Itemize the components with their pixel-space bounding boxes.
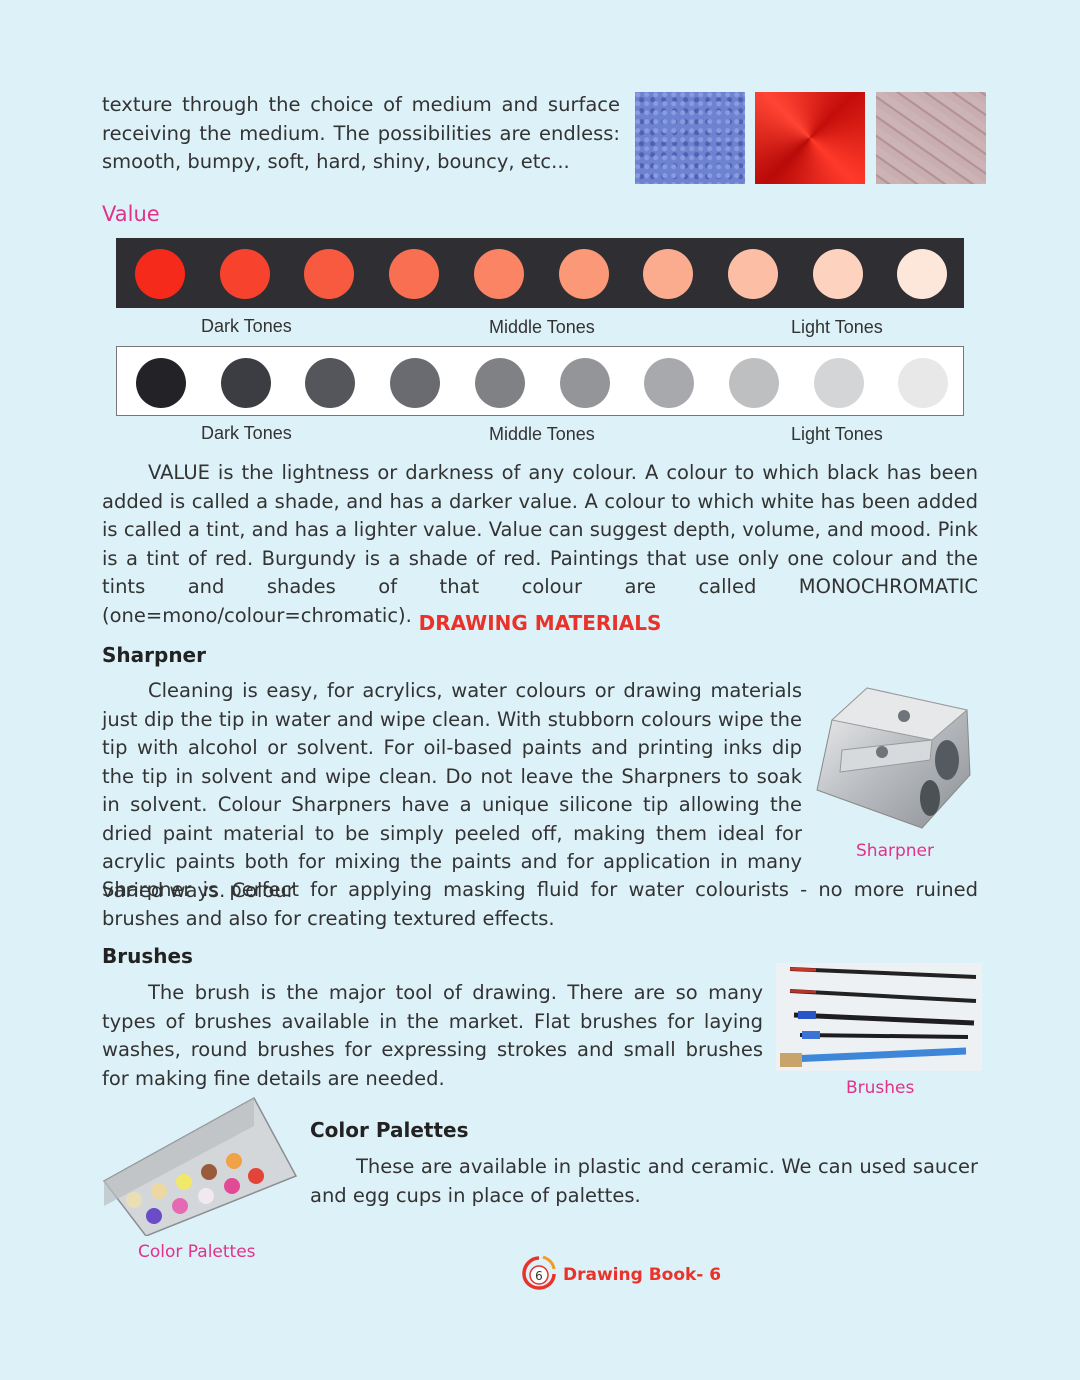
color-middle-tones-label: Middle Tones <box>489 317 595 337</box>
gray-value-dot-4 <box>390 358 441 408</box>
page-number-badge: 6 <box>522 1255 556 1290</box>
color-value-dot-9 <box>812 249 863 299</box>
color-palettes-paragraph: These are available in plastic and ceram… <box>310 1155 978 1207</box>
brushes-paragraph: The brush is the major tool of drawing. … <box>102 981 763 1090</box>
gray-value-strip <box>116 346 964 416</box>
color-value-dot-10 <box>897 249 948 299</box>
texture-paragraph: texture through the choice of medium and… <box>102 93 620 173</box>
color-light-tones-label: Light Tones <box>791 317 883 337</box>
brushes-caption: Brushes <box>846 1078 915 1098</box>
gray-dark-tones-label: Dark Tones <box>201 423 292 443</box>
bumpy-texture-swatch <box>635 92 745 184</box>
gray-value-dot-7 <box>644 358 695 408</box>
color-value-dot-7 <box>643 249 694 299</box>
gray-value-dot-10 <box>898 358 949 408</box>
color-value-dot-1 <box>135 249 185 299</box>
page-number: 6 <box>535 1269 543 1283</box>
color-dark-tones-label: Dark Tones <box>201 316 292 336</box>
gray-value-dot-9 <box>813 358 864 408</box>
color-palettes-caption: Color Palettes <box>138 1242 256 1262</box>
gray-light-tones-label: Light Tones <box>791 424 883 444</box>
book-title: Drawing Book- 6 <box>563 1265 722 1285</box>
shiny-texture-swatch <box>755 92 865 184</box>
sharpner-paragraph-continued: Sharpner is perfect for applying masking… <box>102 878 978 930</box>
color-palette-image <box>102 1096 298 1236</box>
gray-middle-tones-label: Middle Tones <box>489 424 595 444</box>
sharpner-image <box>816 687 971 829</box>
gray-value-dot-3 <box>305 358 356 408</box>
brushes-heading: Brushes <box>102 944 193 968</box>
color-value-dot-2 <box>219 249 270 299</box>
color-value-dot-6 <box>558 249 609 299</box>
brushes-image <box>776 963 982 1071</box>
sharpner-heading: Sharpner <box>102 643 206 667</box>
color-palettes-heading: Color Palettes <box>310 1118 469 1142</box>
value-title: Value <box>102 202 160 226</box>
gray-value-dot-6 <box>559 358 610 408</box>
sharpner-caption: Sharpner <box>856 841 934 861</box>
sharpner-paragraph: Cleaning is easy, for acrylics, water co… <box>102 679 802 902</box>
drawing-materials-heading: DRAWING MATERIALS <box>418 611 662 635</box>
color-value-dot-5 <box>473 249 524 299</box>
color-value-dot-8 <box>727 249 778 299</box>
gray-value-dot-1 <box>136 358 186 408</box>
gray-value-dot-5 <box>474 358 525 408</box>
cracked-texture-swatch <box>876 92 986 184</box>
value-description: VALUE is the lightness or darkness of an… <box>102 461 978 627</box>
gray-value-dot-8 <box>728 358 779 408</box>
color-value-strip <box>116 238 964 308</box>
gray-value-dot-2 <box>220 358 271 408</box>
color-value-dot-3 <box>304 249 355 299</box>
color-value-dot-4 <box>389 249 440 299</box>
